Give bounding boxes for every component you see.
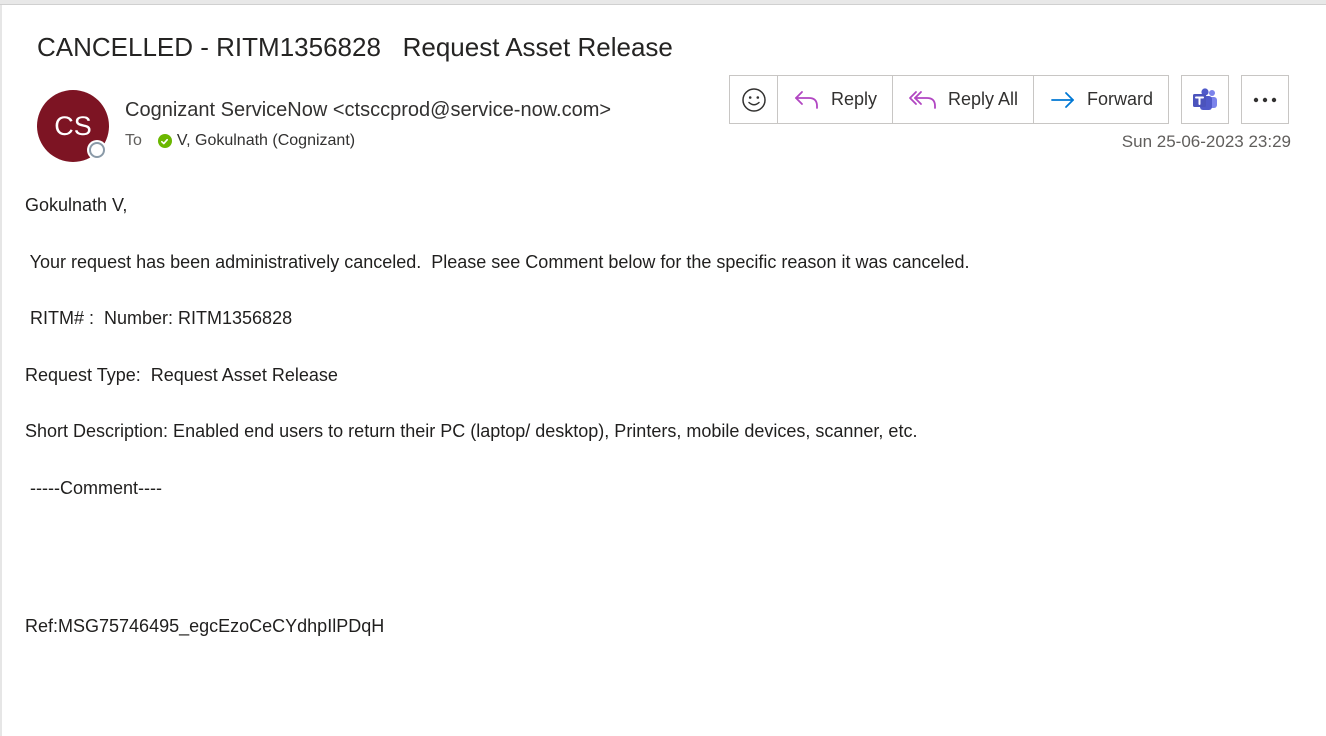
email-subject: CANCELLED - RITM1356828 Request Asset Re… — [37, 32, 673, 62]
reply-all-button[interactable]: Reply All — [892, 76, 1033, 123]
reply-label: Reply — [830, 89, 878, 109]
comment-header: -----Comment---- — [25, 477, 162, 498]
emoji-reaction-button[interactable] — [730, 76, 777, 123]
recipient-name[interactable]: V, Gokulnath (Cognizant) — [177, 132, 355, 150]
sender-name[interactable]: Cognizant ServiceNow <ctsccprod@service-… — [125, 99, 611, 122]
greeting-text: Gokulnath V, — [25, 195, 128, 215]
forward-button[interactable]: Forward — [1033, 76, 1168, 123]
forward-icon — [1051, 91, 1074, 108]
window-top-strip — [0, 0, 1326, 5]
smiley-icon — [741, 87, 766, 112]
reply-button[interactable]: Reply — [777, 76, 892, 123]
avatar-initials: CS — [54, 110, 92, 141]
reply-button-group: Reply Reply All Forward — [729, 75, 1169, 124]
body-line-cancel-notice: Your request has been administratively c… — [25, 251, 970, 272]
teams-icon — [1193, 87, 1217, 110]
more-icon — [1253, 97, 1277, 102]
teams-chat-button[interactable] — [1181, 75, 1229, 124]
more-actions-button[interactable] — [1241, 75, 1289, 124]
to-label: To — [125, 132, 142, 149]
email-body: Gokulnath V, Your request has been admin… — [25, 193, 970, 532]
sent-date: Sun 25-06-2023 23:29 — [1121, 132, 1291, 151]
reference-text: Ref:MSG75746495_egcEzoCeCYdhpIlPDqH — [25, 616, 385, 636]
reply-all-icon — [909, 90, 936, 109]
reply-icon — [795, 90, 818, 109]
forward-label: Forward — [1086, 89, 1153, 109]
body-line-request-type: Request Type: Request Asset Release — [25, 364, 338, 385]
available-check-icon — [157, 134, 172, 148]
reply-all-label: Reply All — [947, 89, 1019, 109]
body-line-short-description: Short Description: Enabled end users to … — [25, 421, 918, 441]
recipients-row: To V, Gokulnath (Cognizant) — [125, 132, 355, 150]
body-line-ritm-number: RITM# : Number: RITM1356828 — [25, 308, 293, 328]
presence-status-icon — [89, 142, 105, 158]
pane-left-edge — [0, 5, 2, 736]
message-toolbar: Reply Reply All Forward — [729, 75, 1289, 124]
